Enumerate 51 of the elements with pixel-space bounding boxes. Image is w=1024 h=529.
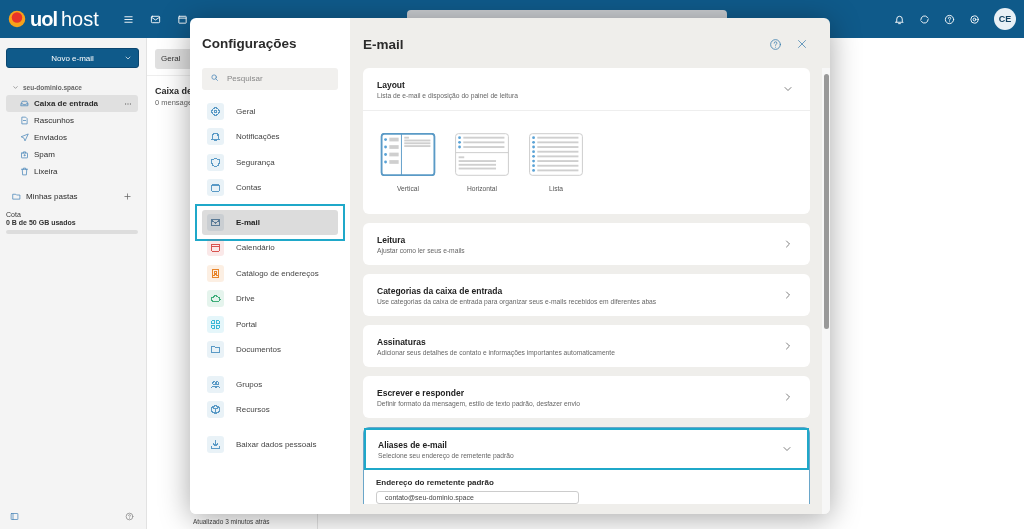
logo-brand: uol <box>30 7 57 31</box>
nav-item[interactable]: E-mail <box>195 203 345 241</box>
help-icon <box>944 13 955 25</box>
logo-product: host <box>61 7 99 31</box>
send-icon <box>20 133 29 142</box>
search-field[interactable]: Pesquisar <box>202 67 338 90</box>
my-folders-label[interactable]: Minhas pastas <box>26 191 78 201</box>
layout-thumbnail[interactable] <box>453 133 511 176</box>
nav-item[interactable]: Recursos <box>202 397 338 423</box>
calendar-icon <box>176 13 188 25</box>
field-label: Endereço do remetente padrão <box>376 478 495 487</box>
lock-bag-icon <box>20 150 29 159</box>
folder-item[interactable]: Enviados <box>6 129 138 146</box>
new-email-button[interactable]: Novo e-mail <box>6 48 139 68</box>
draft-icon <box>20 116 29 125</box>
trash-icon <box>20 167 29 176</box>
nav-item[interactable]: Catálogo de endereços <box>202 260 338 286</box>
caret-icon <box>124 54 132 62</box>
layout-thumbnail[interactable] <box>379 133 437 176</box>
nav-item[interactable]: Notificações <box>202 124 338 150</box>
settings-icon <box>969 13 980 25</box>
nav-item[interactable]: Portal <box>202 311 338 337</box>
scrollbar[interactable] <box>822 68 830 514</box>
layout-thumbnail[interactable] <box>527 133 585 176</box>
nav-item[interactable]: Drive <box>202 286 338 312</box>
folder-item[interactable]: Caixa de entrada <box>6 95 138 112</box>
folder-item[interactable]: Spam <box>6 146 138 163</box>
inbox-icon <box>20 99 29 108</box>
close-icon <box>796 38 808 50</box>
help-icon <box>769 37 782 51</box>
nav-item[interactable]: Grupos <box>202 371 338 397</box>
nav-item[interactable]: Geral <box>202 98 338 124</box>
menu-icon <box>122 13 134 25</box>
dialog-title: Configurações <box>202 36 298 51</box>
nav-item[interactable]: Segurança <box>202 149 338 175</box>
folder-item[interactable]: Lixeira <box>6 163 138 180</box>
logo-icon <box>8 10 26 28</box>
sync-icon <box>919 13 930 25</box>
envelope-icon <box>149 13 161 25</box>
folder-icon <box>12 191 21 201</box>
folder-item[interactable]: Rascunhos <box>6 112 138 129</box>
help-icon <box>125 512 134 521</box>
nav-item[interactable]: Contas <box>202 175 338 201</box>
nav-item[interactable]: Baixar dados pessoais <box>202 431 338 457</box>
sidebar-toggle-icon <box>10 512 19 521</box>
bell-icon <box>894 13 905 25</box>
search-icon <box>210 73 219 82</box>
panel-title: E-mail <box>363 36 404 52</box>
nav-item[interactable]: Documentos <box>202 337 338 363</box>
plus-icon <box>123 191 132 201</box>
user-avatar[interactable]: CE <box>994 8 1016 30</box>
